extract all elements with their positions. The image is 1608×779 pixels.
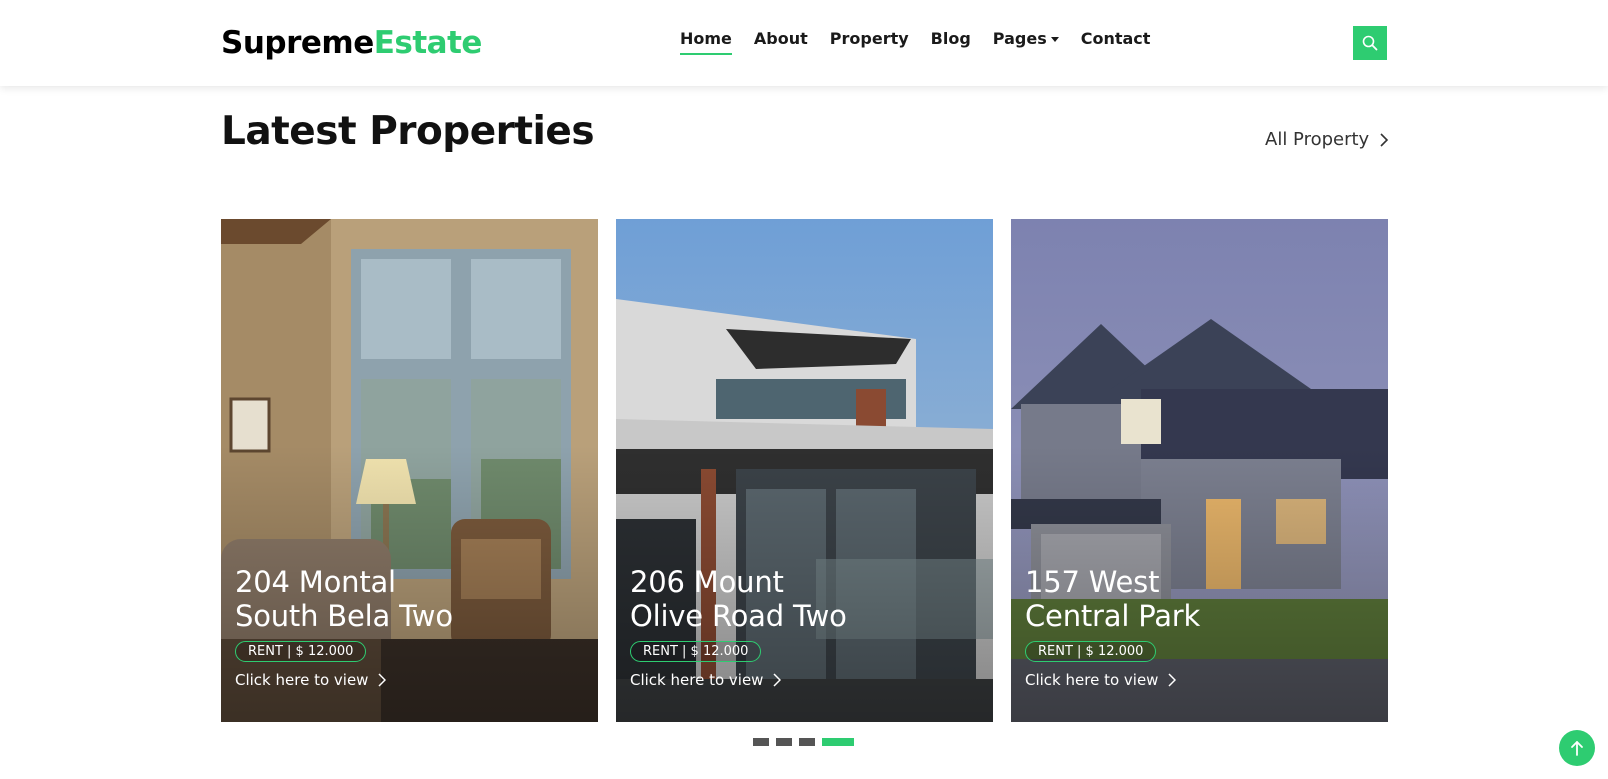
carousel-pagination (753, 738, 854, 746)
property-title-line-2: Central Park (1025, 599, 1201, 633)
carousel-dot-2[interactable] (776, 738, 792, 746)
all-property-label: All Property (1265, 129, 1370, 150)
nav-pages-label: Pages (992, 29, 1047, 48)
view-link[interactable]: Click here to view (235, 670, 585, 690)
all-property-link[interactable]: All Property (1265, 127, 1389, 153)
chevron-right-icon (1380, 133, 1389, 147)
property-title-line-1: 206 Mount (630, 565, 784, 599)
back-to-top-button[interactable] (1559, 730, 1595, 766)
price-badge: RENT | $ 12.000 (630, 641, 762, 662)
property-card[interactable]: 204 Montal South Bela Two RENT | $ 12.00… (221, 219, 598, 722)
search-icon (1362, 35, 1378, 51)
carousel-dot-1[interactable] (753, 738, 769, 746)
property-title-line-2: South Bela Two (235, 599, 453, 633)
search-button[interactable] (1353, 26, 1387, 60)
nav-pages[interactable]: Pages (993, 28, 1059, 50)
view-link-label: Click here to view (235, 671, 369, 689)
view-link-label: Click here to view (1025, 671, 1159, 689)
carousel-dot-3[interactable] (799, 738, 815, 746)
section-title: Latest Properties (221, 109, 595, 154)
carousel-dot-4-active[interactable] (822, 738, 854, 746)
logo-text-accent: Estate (373, 25, 483, 61)
nav-home[interactable]: Home (680, 28, 732, 55)
property-info: 206 Mount Olive Road Two RENT | $ 12.000… (630, 565, 980, 690)
main-nav: Home About Property Blog Pages Contact (680, 28, 1172, 55)
view-link[interactable]: Click here to view (1025, 670, 1375, 690)
property-title-line-2: Olive Road Two (630, 599, 847, 633)
property-info: 157 West Central Park RENT | $ 12.000 Cl… (1025, 565, 1375, 690)
property-card[interactable]: 206 Mount Olive Road Two RENT | $ 12.000… (616, 219, 993, 722)
site-logo[interactable]: SupremeEstate (221, 23, 482, 63)
nav-blog[interactable]: Blog (931, 28, 971, 50)
chevron-right-icon (773, 673, 782, 687)
property-title-line-1: 204 Montal (235, 565, 396, 599)
chevron-right-icon (378, 673, 387, 687)
view-link[interactable]: Click here to view (630, 670, 980, 690)
site-header: SupremeEstate Home About Property Blog P… (0, 0, 1608, 86)
chevron-down-icon (1050, 36, 1059, 42)
nav-property[interactable]: Property (830, 28, 909, 50)
property-info: 204 Montal South Bela Two RENT | $ 12.00… (235, 565, 585, 690)
price-badge: RENT | $ 12.000 (1025, 641, 1157, 662)
nav-contact[interactable]: Contact (1081, 28, 1151, 50)
property-card[interactable]: 157 West Central Park RENT | $ 12.000 Cl… (1011, 219, 1388, 722)
price-badge: RENT | $ 12.000 (235, 641, 367, 662)
view-link-label: Click here to view (630, 671, 764, 689)
property-carousel: 204 Montal South Bela Two RENT | $ 12.00… (221, 219, 1388, 722)
arrow-up-icon (1571, 741, 1583, 756)
nav-about[interactable]: About (754, 28, 808, 50)
property-title-line-1: 157 West (1025, 565, 1160, 599)
chevron-right-icon (1168, 673, 1177, 687)
logo-text-primary: Supreme (221, 25, 374, 61)
